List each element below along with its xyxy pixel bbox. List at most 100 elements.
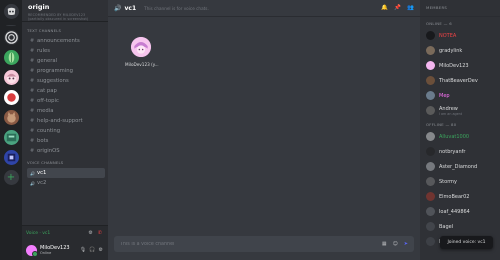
member-name: Bagel [439,223,454,230]
add-server-icon[interactable]: + [3,170,19,185]
member-list-icon[interactable]: 👥 [407,5,414,11]
hashtag-icon: # [30,68,35,74]
message-input[interactable] [120,241,320,247]
user-settings-icon[interactable]: ⚙ [99,247,103,253]
text-channel-item[interactable]: # help-and-support [27,116,105,126]
send-icon[interactable]: ➤ [404,241,408,247]
member-avatar [426,76,435,85]
blue-server-icon[interactable] [3,150,19,165]
voice-settings-icon[interactable]: ⚙ [88,230,92,236]
channel-label: rules [37,48,51,54]
text-channel-item[interactable]: # cat pap [27,86,105,96]
member-avatar [426,147,435,156]
rail-separator [6,25,16,26]
text-channel-item[interactable]: # counting [27,126,105,136]
text-channel-item[interactable]: # off-topic [27,96,105,106]
member-item[interactable]: Alluvat1000 [420,129,500,144]
leaf-server-icon[interactable] [3,50,19,65]
channel-label: counting [37,128,61,134]
member-item[interactable]: gradylink [420,43,500,58]
member-status: I am an agent [439,111,462,116]
cat-server-icon[interactable] [3,110,19,125]
member-name: Stormy [439,178,457,185]
user-avatar[interactable] [26,244,38,257]
channel-sidebar: origin RECOMMENDED BY MILODEV123 (partia… [22,0,108,260]
member-name: ElmoBear02 [439,193,470,200]
hashtag-icon: # [30,118,35,124]
text-channel-item[interactable]: # general [27,56,105,66]
channel-label: vc2 [37,180,47,186]
main-content: 🔊 vc1 This channel is for voice chats. 🔔… [108,0,420,260]
disconnect-icon[interactable]: ✆ [98,230,102,236]
member-item[interactable]: Mep [420,88,500,103]
member-item[interactable]: Andrew I am an agent [420,103,500,118]
server-header[interactable]: origin RECOMMENDED BY MILODEV123 (partia… [22,0,108,22]
hashtag-icon: # [30,88,35,94]
hashtag-icon: # [30,148,35,154]
member-avatar [426,106,435,115]
voice-channel-item[interactable]: 🔊 vc1 [27,168,105,178]
voice-channel-item[interactable]: 🔊 vc2 [27,178,105,188]
discord-app: + origin RECOMMENDED BY MILODEV123 (part… [0,0,500,260]
text-channel-item[interactable]: # rules [27,46,105,56]
speaker-icon: 🔊 [30,170,35,176]
gif-icon[interactable]: ▦ [382,241,387,247]
member-item[interactable]: ThatBeaverDev [420,73,500,88]
mute-icon[interactable]: 🎙 [80,247,86,253]
pin-icon[interactable]: 📌 [394,5,401,11]
member-item[interactable]: MiloDev123 [420,58,500,73]
member-item[interactable]: loaf_449864 [420,204,500,219]
text-channel-item[interactable]: # media [27,106,105,116]
emoji-icon[interactable]: ☺ [393,241,398,247]
member-item[interactable]: Stormy [420,174,500,189]
member-name: MiloDev123 [439,62,469,69]
text-channel-item[interactable]: # bots [27,136,105,146]
member-item[interactable]: Bagel [420,219,500,234]
channel-label: bots [37,138,49,144]
server-name: origin [28,3,50,11]
speaker-icon: 🔊 [30,180,35,186]
text-channel-item[interactable]: # suggestions [27,76,105,86]
member-avatar [426,132,435,141]
member-name: loaf_449864 [439,208,470,215]
participant-avatar [130,36,152,58]
anime-server-icon[interactable] [3,70,19,85]
member-name: NOTEA [439,32,457,39]
deafen-icon[interactable]: 🎧 [89,247,95,253]
green-server-icon[interactable] [3,130,19,145]
channel-label: suggestions [37,78,69,84]
voice-channels-category[interactable]: VOICE CHANNELS [22,160,108,165]
server-rail: + [0,0,22,260]
member-item[interactable]: notbryanfr [420,144,500,159]
user-status: Online [40,251,52,255]
voice-connection-bar: Voice · vc1 ⚙ ✆ [22,225,108,240]
hashtag-icon: # [30,38,35,44]
channel-label: originOS [37,148,60,154]
members-header: MEMBERS [420,0,500,17]
member-item[interactable]: ElmoBear02 [420,189,500,204]
text-channel-item[interactable]: # announcements [27,36,105,46]
member-avatar [426,61,435,70]
hashtag-icon: # [30,48,35,54]
member-item[interactable]: NOTEA [420,28,500,43]
hashtag-icon: # [30,58,35,64]
voice-participant-tile[interactable]: MiloDev123 (y... [125,36,159,67]
origin-swirl-icon[interactable] [3,30,19,45]
online-member-list: NOTEA gradylink MiloDev123 ThatBeaverDev Mep… [420,28,500,118]
discord-home-icon[interactable] [3,4,19,19]
member-avatar [426,46,435,55]
member-avatar [426,192,435,201]
notification-bell-icon[interactable]: 🔔 [381,5,388,11]
text-channels-category[interactable]: TEXT CHANNELS [22,28,108,33]
red-server-icon[interactable] [3,90,19,105]
channel-topbar: 🔊 vc1 This channel is for voice chats. 🔔… [108,0,420,17]
text-channel-item[interactable]: # originOS [27,146,105,156]
member-avatar [426,222,435,231]
text-channel-item[interactable]: # programming [27,66,105,76]
channel-label: off-topic [37,98,59,104]
member-name: Alluvat1000 [439,133,470,140]
member-avatar [426,31,435,40]
server-subtitle: RECOMMENDED BY MILODEV123 (partially obs… [28,13,89,21]
voice-status-text: Voice · vc1 [26,230,51,236]
member-item[interactable]: Aster_Diamond [420,159,500,174]
